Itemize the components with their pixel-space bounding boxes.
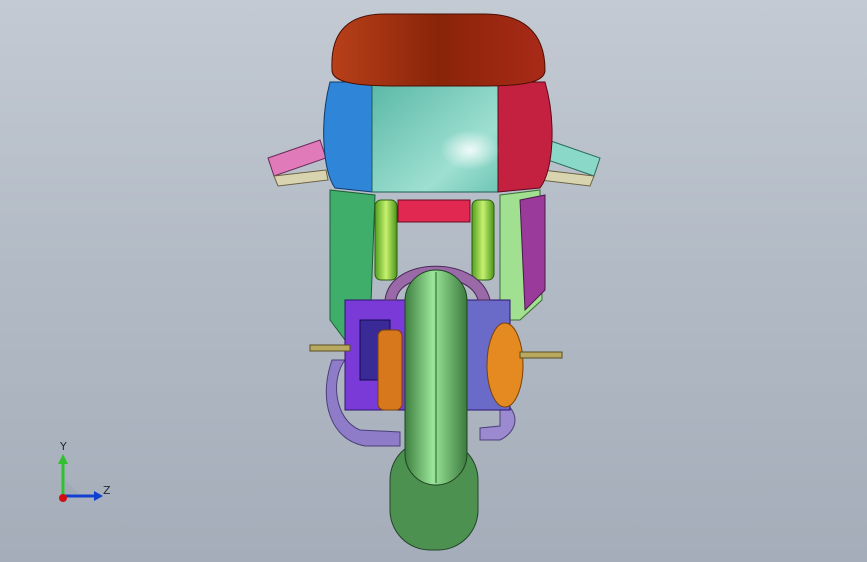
handlebar-left (267, 139, 329, 187)
z-axis-arrow (94, 491, 103, 501)
brake-disc-right (486, 322, 524, 408)
motorcycle-model-front-view[interactable] (0, 0, 867, 562)
headlight-cross-bar (397, 199, 471, 223)
axle-bolt-right (519, 351, 563, 359)
fork-tube-right (471, 199, 495, 281)
triad-plane (65, 480, 80, 494)
axle-bolt-left (309, 344, 351, 352)
brake-caliper-left (377, 329, 403, 411)
fairing-left-panel (323, 81, 373, 193)
y-axis-label: Y (60, 440, 67, 453)
y-axis-arrow (58, 454, 68, 464)
frame-right-purple (519, 194, 546, 312)
x-axis-dot (59, 494, 67, 502)
fairing-highlight (440, 130, 500, 170)
graphics-viewport[interactable]: Y Z (0, 0, 867, 562)
fairing-right-panel (497, 81, 553, 193)
fork-tube-left (374, 199, 398, 281)
coordinate-triad: Y Z (40, 436, 130, 516)
fairing-top-windscreen (331, 13, 546, 87)
z-axis-label: Z (103, 484, 111, 497)
